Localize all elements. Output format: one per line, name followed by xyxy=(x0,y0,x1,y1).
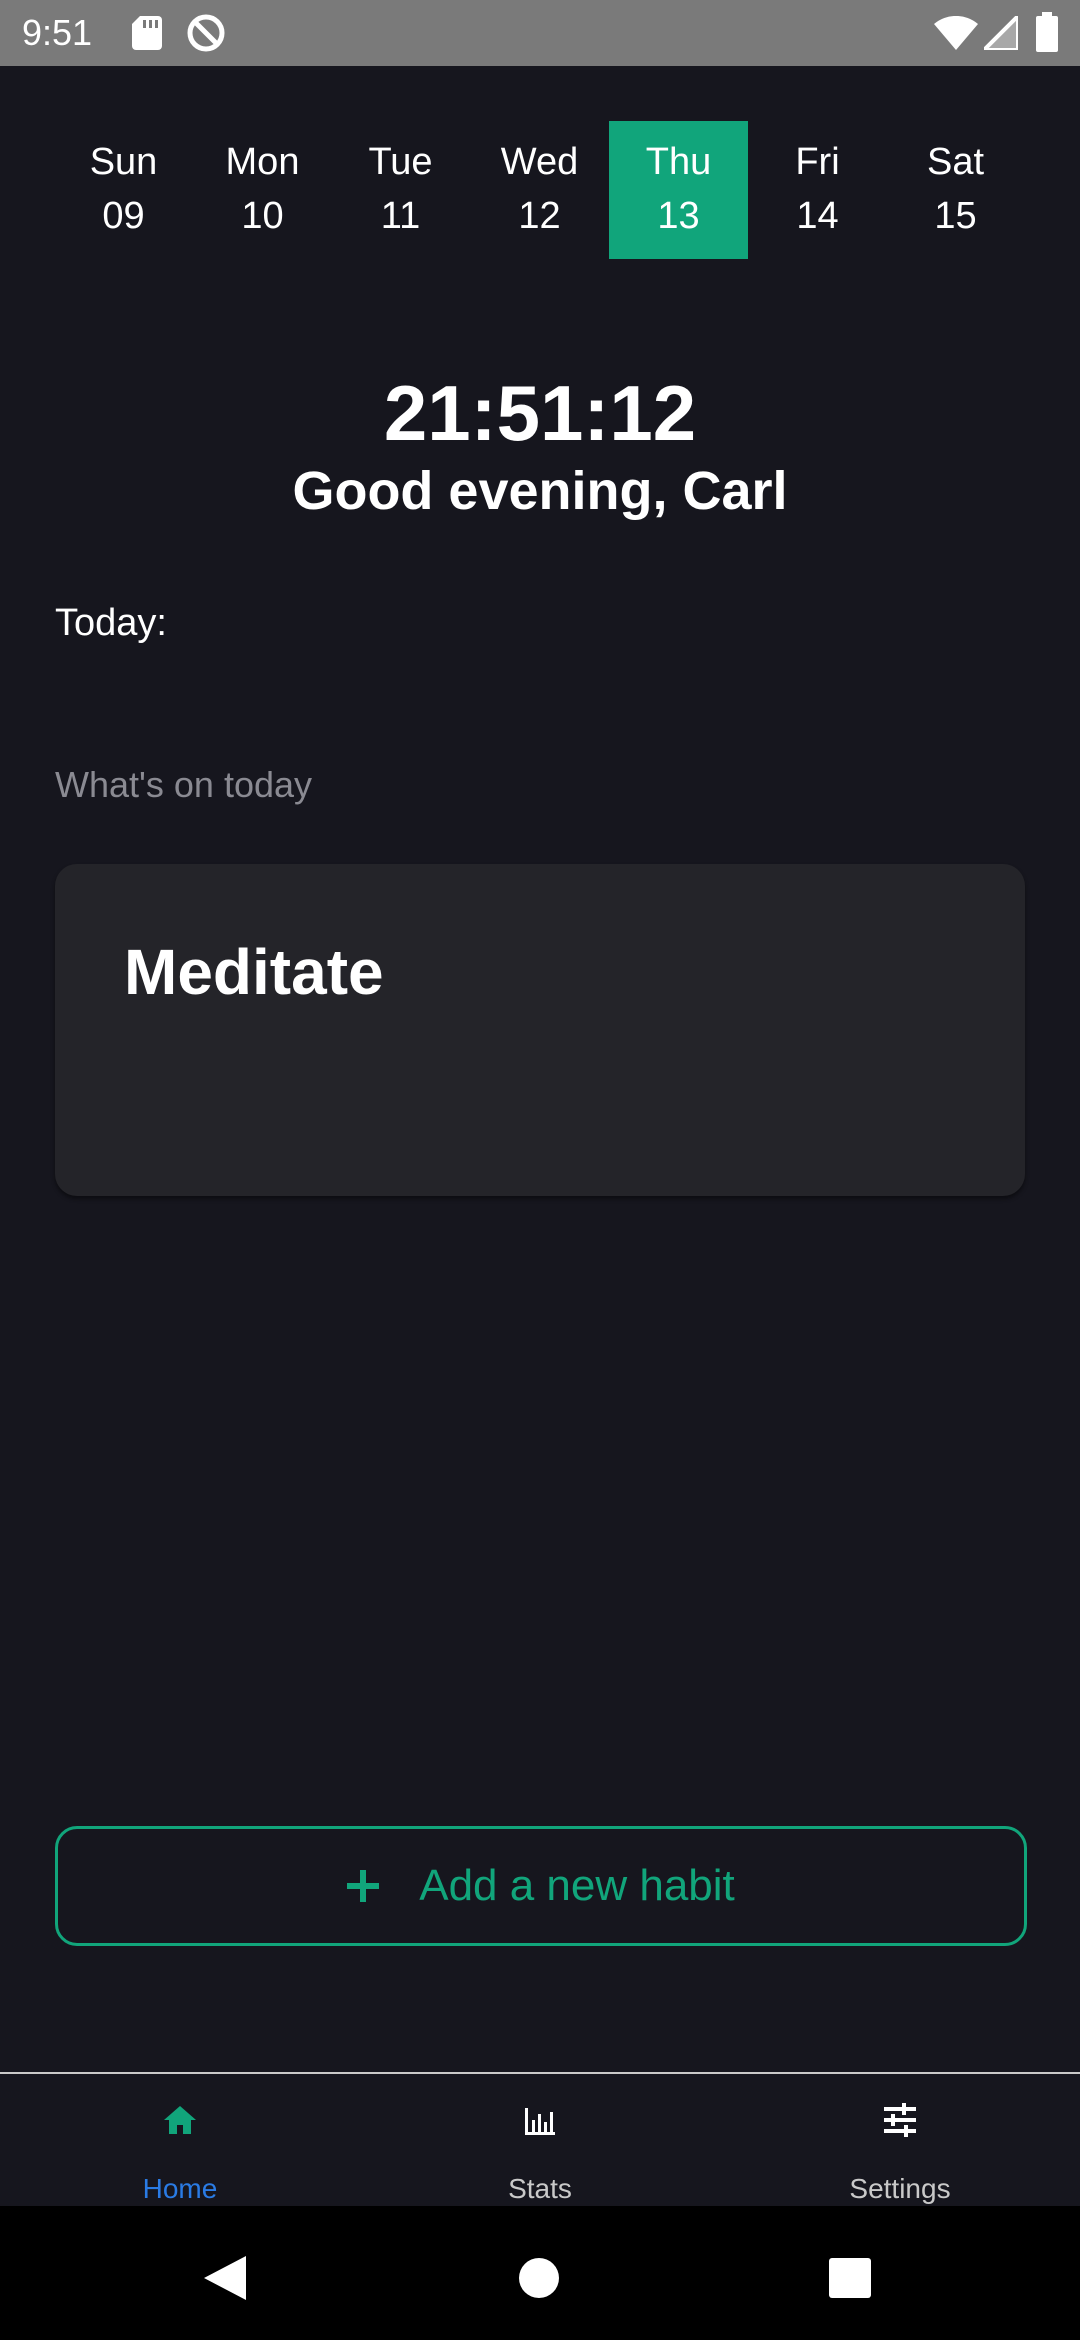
day-name: Fri xyxy=(795,141,840,183)
bottom-nav: Home Stats Settings xyxy=(0,2072,1080,2208)
nav-home-label: Home xyxy=(142,2173,218,2204)
day-date: 12 xyxy=(518,195,561,237)
habit-title: Meditate xyxy=(124,936,384,1008)
day-name: Mon xyxy=(225,141,300,183)
day-name: Wed xyxy=(500,141,579,183)
week-selector: Sun 09 Mon 10 Tue 11 Wed 12 Thu 13 Fri 1… xyxy=(0,121,1080,259)
wifi-icon xyxy=(934,16,978,50)
day-date: 14 xyxy=(796,195,839,237)
home-circle-icon[interactable] xyxy=(518,2257,560,2299)
home-icon xyxy=(164,2106,196,2134)
day-name: Sat xyxy=(926,141,985,183)
day-fri[interactable]: Fri 14 xyxy=(748,121,887,259)
day-date: 09 xyxy=(102,195,145,237)
plus-icon xyxy=(347,1870,380,1902)
sd-card-icon xyxy=(132,16,162,50)
status-time: 9:51 xyxy=(22,12,93,53)
status-bar: 9:51 xyxy=(0,0,1080,66)
bar-chart-icon xyxy=(525,2108,555,2135)
greeting: Good evening, Carl xyxy=(292,461,788,521)
day-date: 10 xyxy=(241,195,284,237)
nav-settings-label: Settings xyxy=(849,2173,951,2204)
section-label: What's on today xyxy=(55,764,313,805)
add-habit-button[interactable]: Add a new habit xyxy=(55,1826,1027,1946)
do-not-disturb-icon xyxy=(187,14,225,52)
day-thu-selected[interactable]: Thu 13 xyxy=(609,121,748,259)
day-date: 13 xyxy=(657,195,700,237)
day-name: Sun xyxy=(89,141,158,183)
day-name: Thu xyxy=(645,141,712,183)
add-habit-button-content: Add a new habit xyxy=(58,1829,1024,1943)
day-date: 11 xyxy=(380,195,421,237)
clock: 21:51:12 xyxy=(383,369,697,457)
habit-card[interactable]: Meditate xyxy=(55,864,1025,1196)
day-wed[interactable]: Wed 12 xyxy=(470,121,609,259)
today-label: Today: xyxy=(55,602,167,644)
back-icon[interactable] xyxy=(204,2256,246,2300)
system-nav-bar xyxy=(0,2206,1080,2340)
day-date: 15 xyxy=(934,195,977,237)
nav-settings[interactable]: Settings xyxy=(720,2074,1080,2208)
recents-square-icon[interactable] xyxy=(829,2258,871,2298)
battery-icon xyxy=(1036,12,1058,52)
signal-icon xyxy=(984,16,1018,50)
day-mon[interactable]: Mon 10 xyxy=(193,121,332,259)
day-sat[interactable]: Sat 15 xyxy=(886,121,1025,259)
day-name: Tue xyxy=(368,141,433,183)
sliders-icon xyxy=(884,2103,916,2137)
day-tue[interactable]: Tue 11 xyxy=(331,121,470,259)
day-sun[interactable]: Sun 09 xyxy=(54,121,193,259)
nav-stats-label: Stats xyxy=(508,2173,572,2204)
nav-home[interactable]: Home xyxy=(0,2074,360,2208)
nav-stats[interactable]: Stats xyxy=(360,2074,720,2208)
add-habit-label: Add a new habit xyxy=(419,1861,735,1910)
